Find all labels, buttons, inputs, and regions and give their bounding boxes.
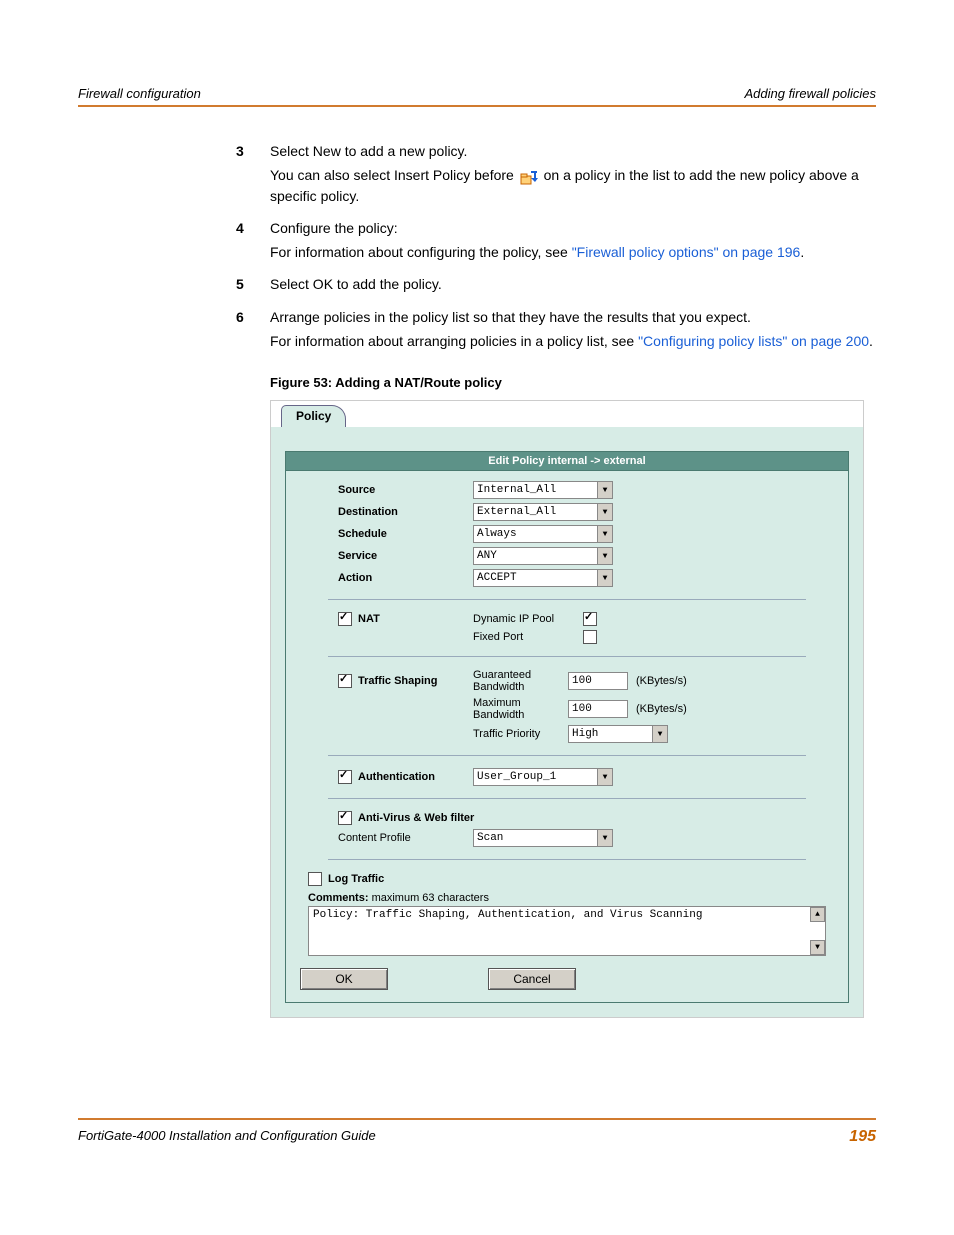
step-number: 3: [236, 141, 270, 210]
page-footer: FortiGate-4000 Installation and Configur…: [78, 1128, 876, 1146]
input-guaranteed-bandwidth[interactable]: 100: [568, 672, 628, 690]
insert-policy-icon: [520, 170, 538, 184]
footer-rule: [78, 1118, 876, 1120]
step-text: For information about configuring the po…: [270, 242, 876, 262]
label-content-profile: Content Profile: [298, 832, 473, 844]
chevron-down-icon: ▼: [652, 726, 667, 742]
select-traffic-priority[interactable]: High ▼: [568, 725, 668, 743]
unit-label: (KBytes/s): [636, 675, 687, 687]
tab-policy[interactable]: Policy: [281, 405, 346, 427]
traffic-shaping-section: Traffic Shaping: [298, 674, 473, 688]
step-number: 5: [236, 274, 270, 298]
step-6: 6 Arrange policies in the policy list so…: [236, 307, 876, 356]
step-text: Select New to add a new policy.: [270, 141, 876, 161]
scroll-up-icon[interactable]: ▲: [810, 907, 825, 922]
input-maximum-bandwidth[interactable]: 100: [568, 700, 628, 718]
separator: [328, 755, 806, 756]
step-5: 5 Select OK to add the policy.: [236, 274, 876, 298]
select-service[interactable]: ANY ▼: [473, 547, 613, 565]
step-number: 6: [236, 307, 270, 356]
checkbox-dynamic-ip-pool[interactable]: [583, 612, 597, 626]
textarea-comments[interactable]: Policy: Traffic Shaping, Authentication,…: [308, 906, 826, 956]
label-comments: Comments:: [308, 892, 369, 904]
panel-title: Edit Policy internal -> external: [285, 451, 849, 471]
label-service: Service: [298, 550, 473, 562]
select-schedule[interactable]: Always ▼: [473, 525, 613, 543]
select-destination[interactable]: External_All ▼: [473, 503, 613, 521]
label-schedule: Schedule: [298, 528, 473, 540]
link-configuring-policy-lists[interactable]: "Configuring policy lists" on page 200: [638, 333, 869, 349]
step-4: 4 Configure the policy: For information …: [236, 218, 876, 267]
label-dynamic-ip-pool: Dynamic IP Pool: [473, 613, 583, 625]
label-source: Source: [298, 484, 473, 496]
label-action: Action: [298, 572, 473, 584]
page-header: Firewall configuration Adding firewall p…: [78, 86, 876, 107]
antivirus-section: Anti-Virus & Web filter: [298, 811, 474, 825]
chevron-down-icon: ▼: [597, 482, 612, 498]
checkbox-log-traffic[interactable]: [308, 872, 322, 886]
label-log-traffic: Log Traffic: [328, 873, 384, 885]
scroll-down-icon[interactable]: ▼: [810, 940, 825, 955]
checkbox-fixed-port[interactable]: [583, 630, 597, 644]
label-destination: Destination: [298, 506, 473, 518]
separator: [328, 599, 806, 600]
step-3: 3 Select New to add a new policy. You ca…: [236, 141, 876, 210]
authentication-section: Authentication: [298, 770, 473, 784]
chevron-down-icon: ▼: [597, 830, 612, 846]
step-text: Configure the policy:: [270, 218, 876, 238]
figure-caption: Figure 53: Adding a NAT/Route policy: [270, 375, 876, 390]
step-text: For information about arranging policies…: [270, 331, 876, 351]
chevron-down-icon: ▼: [597, 570, 612, 586]
page-number: 195: [849, 1128, 876, 1146]
step-text: Select OK to add the policy.: [270, 274, 876, 294]
separator: [328, 798, 806, 799]
policy-screenshot: Policy Edit Policy internal -> external …: [270, 400, 864, 1018]
step-text: You can also select Insert Policy before…: [270, 165, 876, 206]
footer-title: FortiGate-4000 Installation and Configur…: [78, 1128, 376, 1146]
header-left: Firewall configuration: [78, 86, 201, 101]
step-number: 4: [236, 218, 270, 267]
select-source[interactable]: Internal_All ▼: [473, 481, 613, 499]
checkbox-authentication[interactable]: [338, 770, 352, 784]
step-text: Arrange policies in the policy list so t…: [270, 307, 876, 327]
header-right: Adding firewall policies: [744, 86, 876, 101]
chevron-down-icon: ▼: [597, 526, 612, 542]
link-firewall-policy-options[interactable]: "Firewall policy options" on page 196: [572, 244, 801, 260]
chevron-down-icon: ▼: [597, 504, 612, 520]
separator: [328, 859, 806, 860]
label-maximum-bandwidth: Maximum Bandwidth: [473, 697, 568, 721]
label-traffic-priority: Traffic Priority: [473, 728, 568, 740]
checkbox-nat[interactable]: [338, 612, 352, 626]
cancel-button[interactable]: Cancel: [488, 968, 576, 990]
comments-hint: maximum 63 characters: [369, 892, 489, 904]
chevron-down-icon: ▼: [597, 548, 612, 564]
unit-label: (KBytes/s): [636, 703, 687, 715]
label-fixed-port: Fixed Port: [473, 631, 583, 643]
select-content-profile[interactable]: Scan ▼: [473, 829, 613, 847]
label-guaranteed-bandwidth: Guaranteed Bandwidth: [473, 669, 568, 693]
select-action[interactable]: ACCEPT ▼: [473, 569, 613, 587]
checkbox-antivirus[interactable]: [338, 811, 352, 825]
ok-button[interactable]: OK: [300, 968, 388, 990]
separator: [328, 656, 806, 657]
chevron-down-icon: ▼: [597, 769, 612, 785]
select-authentication[interactable]: User_Group_1 ▼: [473, 768, 613, 786]
nat-section: NAT: [298, 612, 473, 626]
checkbox-traffic-shaping[interactable]: [338, 674, 352, 688]
